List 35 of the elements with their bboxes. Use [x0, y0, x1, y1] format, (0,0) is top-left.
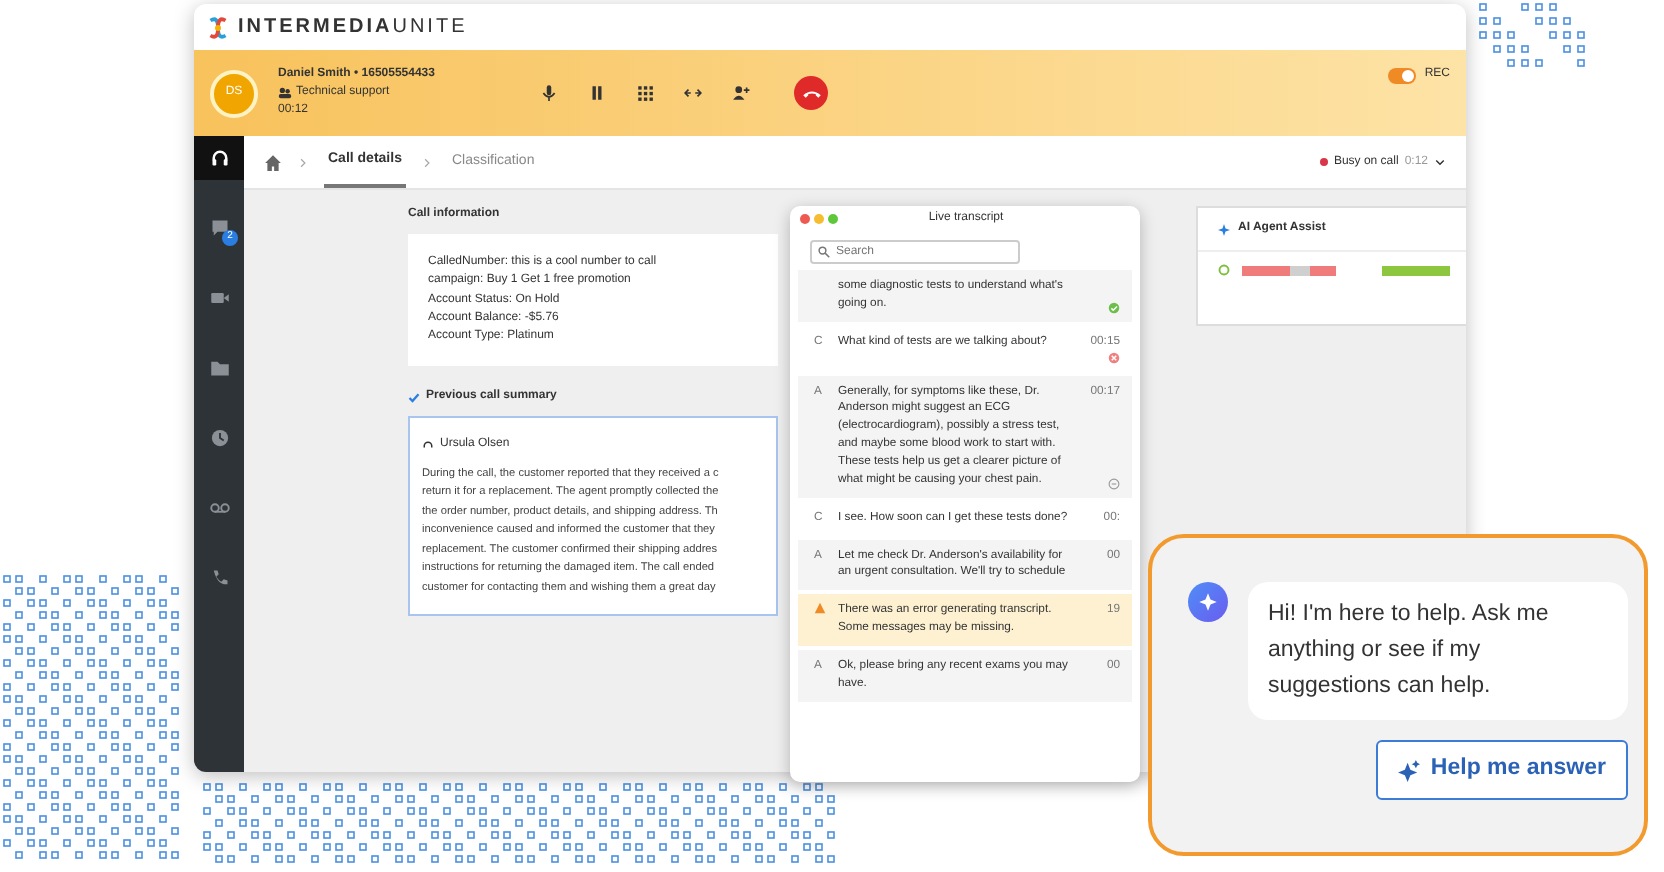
keypad-icon[interactable] — [635, 84, 653, 102]
error-status-icon — [1108, 351, 1120, 364]
folder-icon — [209, 358, 229, 378]
chat-bubble: Hi! I'm here to help. Ask me anything or see if my suggestions can help. — [1248, 582, 1628, 721]
sidebar-item[interactable] — [194, 136, 244, 180]
logo-text: INTERMEDIA UNITE — [238, 14, 468, 42]
chevron-right-icon — [421, 157, 432, 167]
group-icon — [278, 86, 292, 100]
check-icon — [408, 391, 420, 404]
transfer-icon[interactable] — [683, 84, 701, 102]
ok-status-icon — [1108, 301, 1120, 314]
pause-icon[interactable] — [587, 84, 605, 102]
help-button[interactable]: Help me answer — [1376, 740, 1628, 800]
chevron-down-icon[interactable] — [1434, 156, 1446, 168]
recording-toggle[interactable] — [1388, 67, 1417, 83]
search-icon — [818, 246, 830, 258]
add-person-icon[interactable] — [731, 84, 749, 102]
hang-up-button[interactable] — [794, 76, 828, 110]
chevron-right-icon — [298, 157, 308, 167]
voicemail-icon — [209, 498, 229, 518]
clock-icon — [209, 428, 229, 448]
video-camera-icon — [209, 288, 229, 308]
logo-icon — [206, 15, 230, 39]
status-circle-icon — [1218, 264, 1230, 276]
sparkle-icon — [1398, 759, 1421, 782]
home-icon[interactable] — [264, 153, 282, 171]
sparkle-icon — [1198, 592, 1218, 612]
headset-icon — [422, 439, 434, 452]
microphone-icon[interactable] — [539, 84, 557, 102]
headset-icon — [209, 148, 229, 168]
warning-icon — [814, 602, 826, 615]
phone-icon — [209, 568, 229, 588]
chat-icon — [209, 218, 229, 238]
pending-status-icon — [1108, 477, 1120, 490]
sparkle-icon — [1218, 223, 1230, 235]
